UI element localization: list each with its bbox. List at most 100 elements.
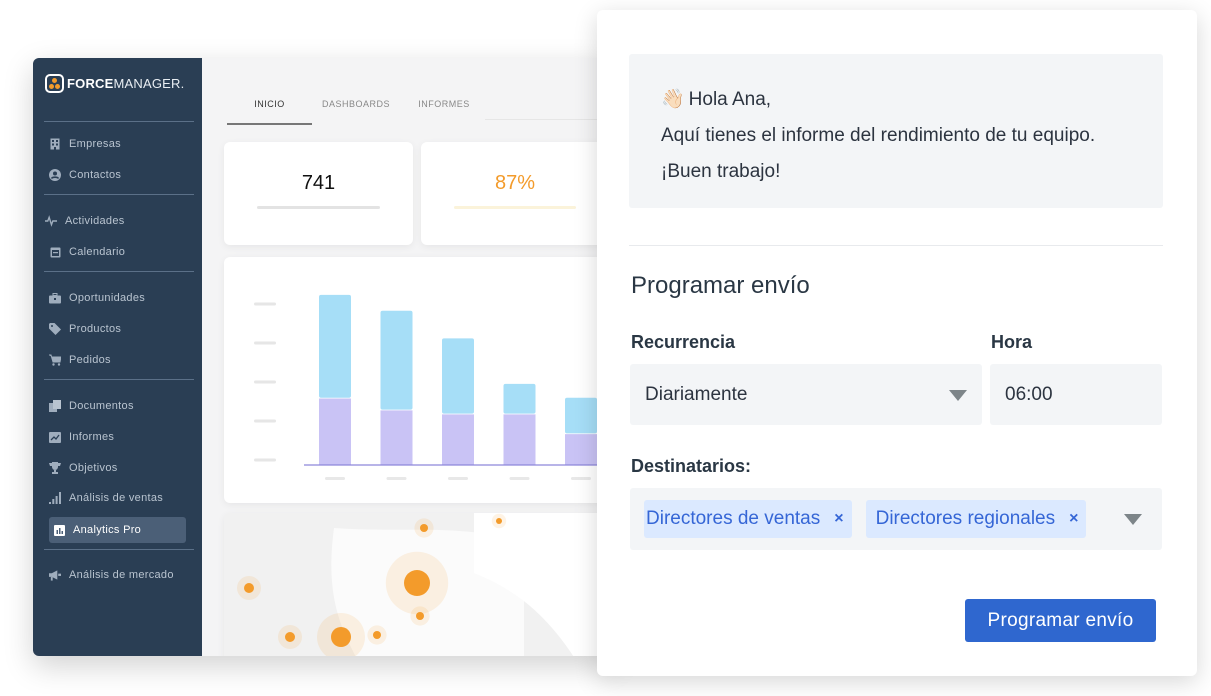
map-bubble[interactable] bbox=[496, 518, 502, 524]
recipients-multiselect[interactable]: Directores de ventas × Directores region… bbox=[630, 488, 1162, 550]
kpi-underline bbox=[257, 206, 380, 209]
map-bubble[interactable] bbox=[420, 524, 428, 532]
map-bubble[interactable] bbox=[373, 631, 381, 639]
y-tick-label bbox=[254, 341, 276, 345]
section-divider bbox=[629, 245, 1163, 246]
briefcase-icon bbox=[49, 292, 61, 304]
kpi-value: 741 bbox=[301, 172, 336, 194]
nav-divider bbox=[44, 271, 194, 272]
recurrence-value: Diariamente bbox=[645, 383, 748, 405]
y-tick-label bbox=[254, 380, 276, 384]
building-icon bbox=[49, 138, 61, 150]
time-value: 06:00 bbox=[1005, 383, 1053, 405]
sidebar-item-contactos[interactable]: Contactos bbox=[49, 163, 187, 187]
recurrence-select[interactable]: Diariamente bbox=[630, 364, 982, 425]
sidebar-item-label: Pedidos bbox=[69, 354, 111, 366]
main-content: INICIO DASHBOARDS INFORMES 741 87% bbox=[202, 58, 613, 656]
megaphone-icon bbox=[49, 569, 61, 581]
greeting-line-1: Hola Ana, bbox=[688, 89, 772, 110]
chip-label: Directores de ventas bbox=[646, 508, 821, 529]
y-tick-label bbox=[254, 458, 276, 462]
map-bubble[interactable] bbox=[404, 570, 430, 596]
sidebar-item-actividades[interactable]: Actividades bbox=[45, 209, 183, 233]
map-bubble[interactable] bbox=[331, 627, 351, 647]
remove-chip-icon[interactable]: × bbox=[1069, 510, 1078, 528]
chevron-down-icon[interactable] bbox=[1124, 514, 1142, 525]
sidebar-item-label: Documentos bbox=[69, 400, 134, 412]
remove-chip-icon[interactable]: × bbox=[834, 510, 843, 528]
x-tick-label bbox=[509, 477, 530, 480]
nav-divider bbox=[44, 121, 194, 122]
forcemanager-logo[interactable]: FORCEMANAGER. bbox=[45, 74, 184, 93]
sidebar-item-documentos[interactable]: Documentos bbox=[49, 394, 187, 418]
bar-segment-top bbox=[503, 383, 536, 414]
kpi-value: 87% bbox=[494, 172, 536, 194]
sidebar-item-oportunidades[interactable]: Oportunidades bbox=[49, 286, 187, 310]
bar-segment-top bbox=[319, 294, 351, 398]
sidebar-item-empresas[interactable]: Empresas bbox=[49, 132, 187, 156]
sidebar-item-analytics-pro[interactable]: Analytics Pro bbox=[49, 517, 186, 543]
sidebar-item-label: Análisis de mercado bbox=[69, 569, 174, 581]
sidebar-item-pedidos[interactable]: Pedidos bbox=[49, 348, 187, 372]
tab-informes[interactable]: INFORMES bbox=[400, 93, 488, 125]
recipient-chip: Directores regionales × bbox=[865, 500, 1087, 538]
sidebar-item-label: Contactos bbox=[69, 169, 122, 181]
schedule-send-button[interactable]: Programar envío bbox=[965, 599, 1156, 642]
time-input[interactable]: 06:00 bbox=[990, 364, 1162, 425]
sidebar-item-calendario[interactable]: Calendario bbox=[49, 240, 187, 264]
recurrence-label: Recurrencia bbox=[631, 332, 736, 352]
report-chart-icon bbox=[49, 431, 61, 443]
tab-bar: INICIO DASHBOARDS INFORMES bbox=[227, 93, 488, 125]
sidebar-item-label: Informes bbox=[69, 431, 115, 443]
forcemanager-app-window: FORCEMANAGER. Empresas Contactos Activid… bbox=[33, 58, 613, 656]
waving-hand-icon: 👋🏻 bbox=[661, 89, 685, 110]
kpi-card-total[interactable]: 741 bbox=[224, 142, 413, 245]
chevron-down-icon bbox=[949, 390, 967, 401]
greeting-line-3: ¡Buen trabajo! bbox=[661, 161, 781, 182]
tab-dashboards[interactable]: DASHBOARDS bbox=[312, 93, 400, 125]
sidebar-item-label: Empresas bbox=[69, 138, 121, 150]
bar-segment-top bbox=[565, 397, 597, 434]
logo-brand-bold: FORCE bbox=[67, 76, 114, 91]
sidebar-item-label: Objetivos bbox=[69, 462, 118, 474]
cart-icon bbox=[49, 354, 61, 366]
sidebar-item-analisis-mercado[interactable]: Análisis de mercado bbox=[49, 563, 187, 587]
sidebar-item-objetivos[interactable]: Objetivos bbox=[49, 456, 187, 480]
greeting-line-2: Aquí tienes el informe del rendimiento d… bbox=[661, 125, 1096, 146]
sidebar: FORCEMANAGER. Empresas Contactos Activid… bbox=[33, 58, 202, 656]
sidebar-item-label: Analytics Pro bbox=[73, 524, 142, 536]
map-bubble[interactable] bbox=[285, 632, 295, 642]
x-tick-label bbox=[386, 477, 407, 480]
schedule-report-panel: 👋🏻 Hola Ana, Aquí tienes el informe del r… bbox=[597, 10, 1197, 676]
tab-inicio[interactable]: INICIO bbox=[227, 93, 312, 125]
tag-icon bbox=[49, 323, 61, 335]
greeting-message: 👋🏻 Hola Ana, Aquí tienes el informe del r… bbox=[629, 54, 1163, 208]
logo-brand-light: MANAGER bbox=[113, 76, 181, 91]
map-card[interactable] bbox=[224, 513, 613, 656]
nav-divider bbox=[44, 549, 194, 550]
kpi-card-percentage[interactable]: 87% bbox=[421, 142, 613, 245]
recipients-label: Destinatarios: bbox=[631, 456, 752, 476]
sidebar-item-productos[interactable]: Productos bbox=[49, 317, 187, 341]
sidebar-item-analisis-ventas[interactable]: Análisis de ventas bbox=[49, 486, 187, 510]
nav-divider bbox=[44, 194, 194, 195]
sidebar-item-label: Análisis de ventas bbox=[69, 492, 164, 504]
tab-underline-track bbox=[485, 119, 613, 120]
bar-segment-top bbox=[442, 338, 474, 414]
world-map bbox=[237, 513, 613, 656]
map-bubble[interactable] bbox=[244, 583, 254, 593]
bar-segment-base bbox=[319, 397, 351, 465]
chip-label: Directores regionales bbox=[875, 508, 1056, 529]
y-tick-label bbox=[254, 302, 276, 306]
sidebar-item-informes[interactable]: Informes bbox=[49, 425, 187, 449]
analytics-icon bbox=[53, 524, 65, 536]
x-tick-label bbox=[325, 477, 345, 480]
map-bubble[interactable] bbox=[416, 612, 424, 620]
x-tick-label bbox=[571, 477, 591, 480]
y-tick-label bbox=[254, 419, 276, 423]
logo-icon bbox=[45, 74, 64, 93]
bar-segment-base bbox=[565, 433, 597, 465]
nav-divider bbox=[44, 379, 194, 380]
trophy-icon bbox=[49, 462, 61, 474]
kpi-underline bbox=[454, 206, 576, 209]
